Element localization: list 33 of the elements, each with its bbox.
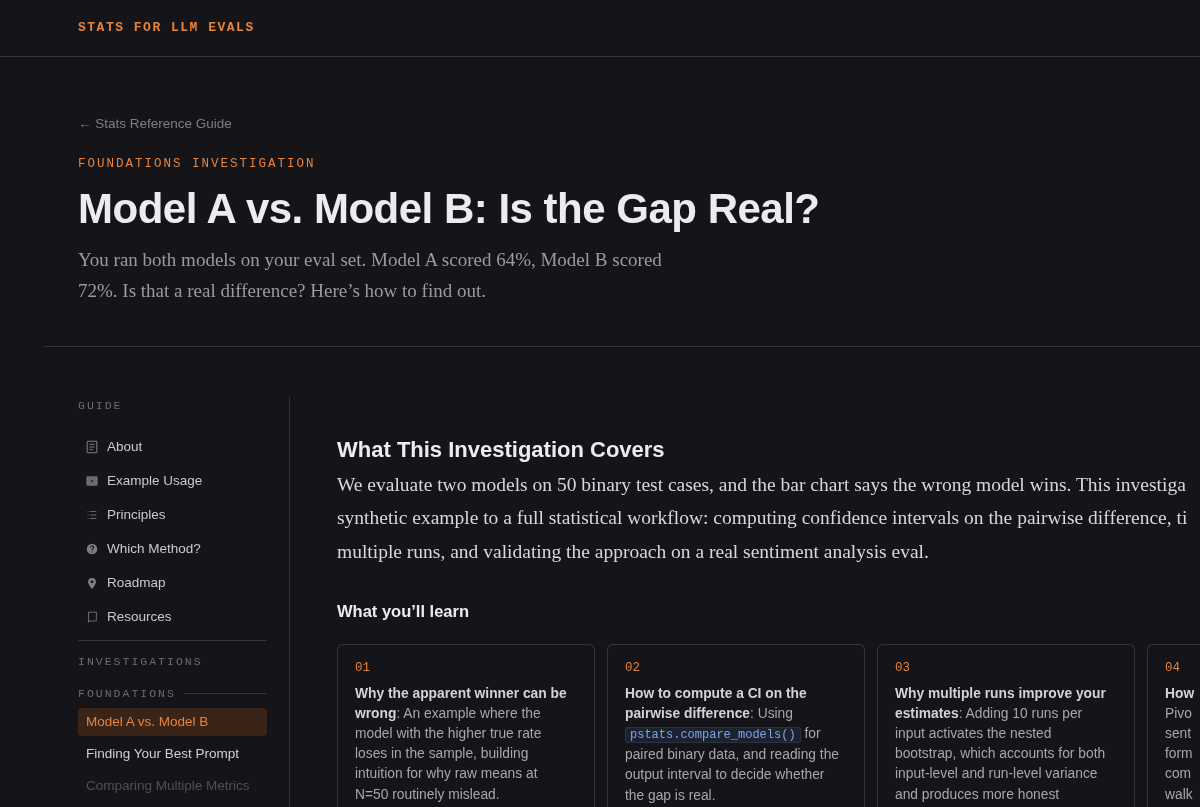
sidebar-link[interactable]: Roadmap [78, 566, 267, 601]
sidebar-link[interactable]: Which Method? [78, 532, 267, 567]
sidebar-link[interactable]: Resources [78, 600, 267, 635]
group-heading: FOUNDATIONS [78, 685, 176, 702]
sidebar-link[interactable]: About [78, 430, 267, 465]
card-text: Why the apparent winner can be wrong: An example where the model with the higher true rate loses in the sample, building intuition for why raw means at N=50 routinely mislead. [355, 684, 568, 804]
sidebar-link[interactable]: Principles [78, 498, 267, 533]
card-number: 03 [895, 659, 911, 677]
section-kicker: FOUNDATIONS INVESTIGATION [78, 156, 317, 173]
sidebar-link[interactable]: Model A vs. Model B [78, 707, 267, 737]
site-title[interactable]: STATS FOR LLM EVALS [78, 18, 255, 38]
sidebar-link[interactable]: Finding Your Best Prompt [78, 740, 267, 769]
card-number: 04 [1165, 659, 1181, 677]
paragraph: We evaluate two models on 50 binary test cases, and the bar chart says the wrong model wins. This investiga synthetic example to a full statistical workflow: computing confidence intervals on the pairwise difference, ti multiple runs, and validating the approach on a real sentiment analysis eval. [337, 472, 1189, 564]
code-snippet: pstats.compare_models() [625, 727, 801, 743]
back-link[interactable]: ← Stats Reference Guide [78, 116, 232, 131]
map-pin-icon [85, 576, 99, 591]
card-number: 02 [625, 659, 641, 677]
sidebar-heading: INVESTIGATIONS [78, 654, 204, 671]
play-icon [85, 474, 99, 489]
card-text: How Pivo sent form com walk [1165, 684, 1196, 804]
sidebar-link[interactable]: Example Usage [78, 464, 267, 499]
section-heading: What This Investigation Covers [337, 437, 666, 464]
book-icon [85, 610, 99, 625]
subheading: What you’ll learn [337, 602, 471, 622]
card-number: 01 [355, 659, 371, 677]
card-text: Why multiple runs improve your estimates: Adding 10 runs per input activates the nested bootstrap, which accounts for both input-level and run-level variance and produces more honest [895, 684, 1107, 804]
card-text: How to compute a CI on the pairwise difference: Using pstats.compare_models() for paired binary data, and reading the output interval to decide whether the gap is real. [625, 684, 840, 805]
sidebar-heading: GUIDE [78, 398, 124, 415]
document-icon [85, 440, 99, 455]
page-title: Model A vs. Model B: Is the Gap Real? [78, 183, 821, 234]
page-subtitle: You ran both models on your eval set. Model A scored 64%, Model B scored 72%. Is that a real difference? Here’s how to find out. [78, 248, 663, 304]
question-icon [85, 542, 99, 557]
